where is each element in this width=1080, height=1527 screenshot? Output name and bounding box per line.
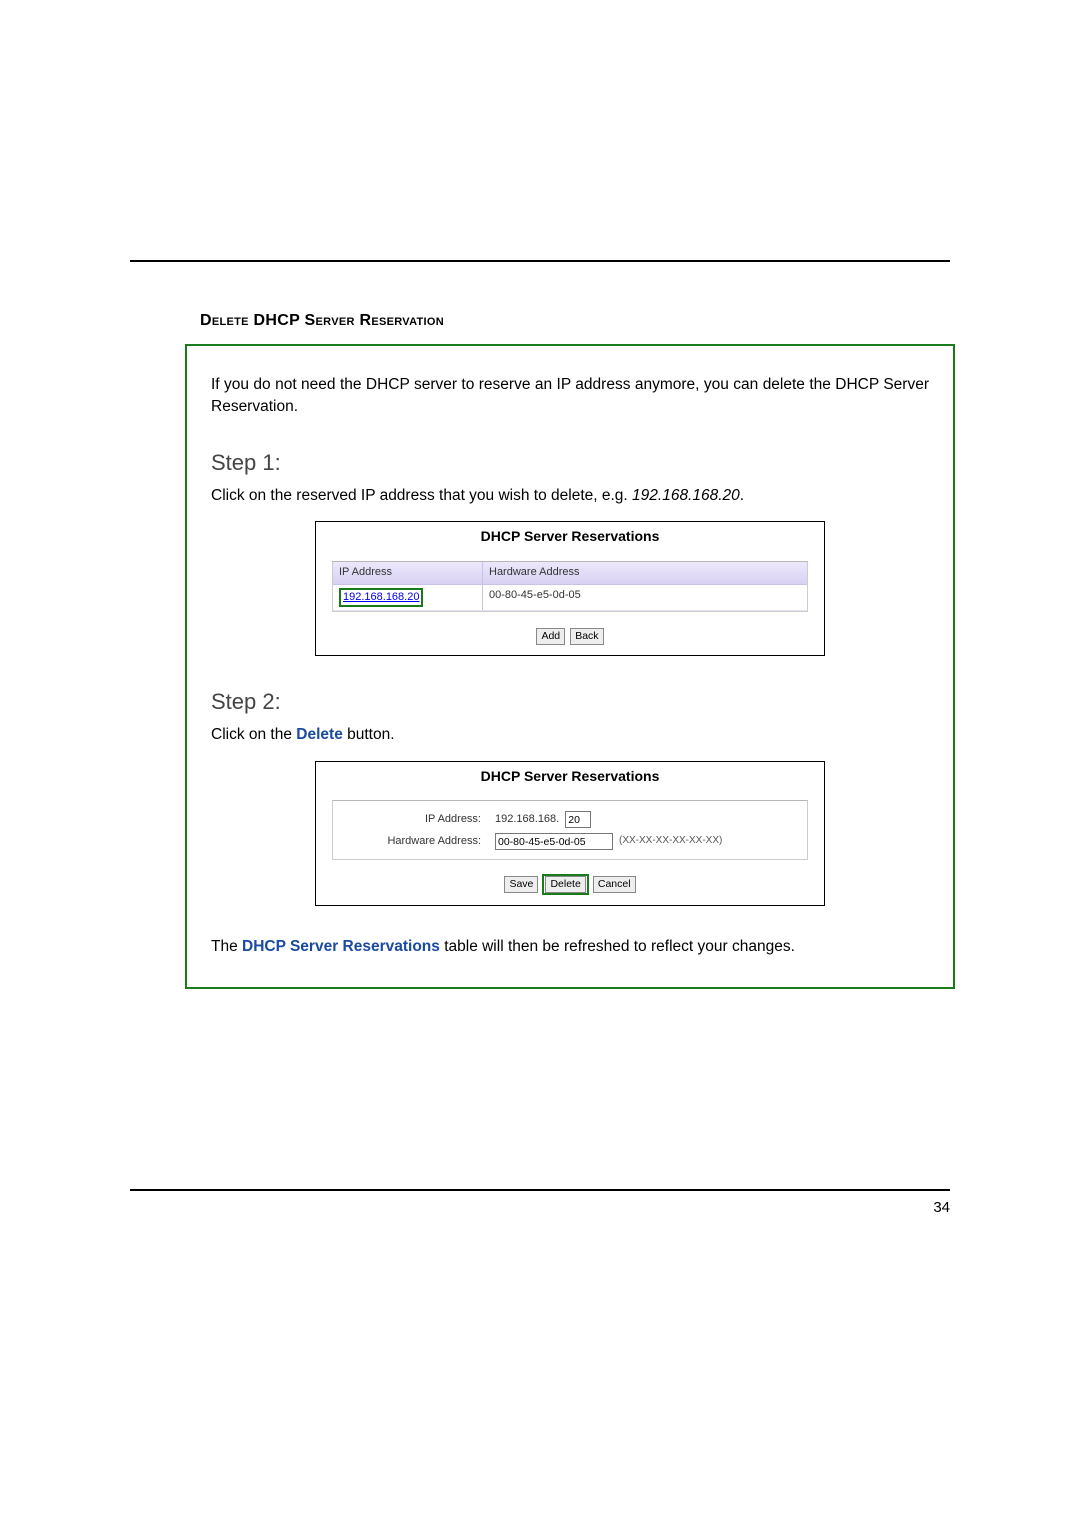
panel1-table: IP Address Hardware Address 192.168.168.… bbox=[332, 561, 808, 613]
step1-body-suffix: . bbox=[740, 487, 744, 504]
panel2-form: IP Address: 192.168.168. Hardware Addres… bbox=[332, 800, 808, 860]
step1-body-prefix: Click on the reserved IP address that yo… bbox=[211, 487, 632, 504]
conclusion-bold: DHCP Server Reservations bbox=[242, 938, 440, 955]
add-button[interactable]: Add bbox=[536, 628, 565, 645]
value-ip: 192.168.168. bbox=[495, 811, 591, 828]
label-ip: IP Address: bbox=[351, 812, 495, 828]
panel-reservation-edit: DHCP Server Reservations IP Address: 192… bbox=[315, 761, 825, 906]
cell-ip: 192.168.168.20 bbox=[333, 585, 483, 611]
ip-prefix: 192.168.168. bbox=[495, 812, 559, 828]
back-button[interactable]: Back bbox=[570, 628, 603, 645]
panel1-buttons: Add Back bbox=[316, 620, 824, 655]
table-header-row: IP Address Hardware Address bbox=[333, 562, 807, 585]
step2-body-prefix: Click on the bbox=[211, 726, 296, 743]
hw-format-hint: (XX-XX-XX-XX-XX-XX) bbox=[619, 834, 722, 849]
page-number: 34 bbox=[130, 1199, 950, 1216]
reserved-ip-link[interactable]: 192.168.168.20 bbox=[343, 591, 419, 603]
form-row-hw: Hardware Address: (XX-XX-XX-XX-XX-XX) bbox=[351, 833, 789, 850]
table-row: 192.168.168.20 00-80-45-e5-0d-05 bbox=[333, 585, 807, 612]
footer-rule bbox=[130, 1189, 950, 1191]
step2-body-bold: Delete bbox=[296, 726, 343, 743]
delete-highlight-frame: Delete bbox=[542, 874, 588, 895]
cancel-button[interactable]: Cancel bbox=[593, 876, 636, 893]
col-header-ip: IP Address bbox=[333, 562, 483, 584]
value-hw: (XX-XX-XX-XX-XX-XX) bbox=[495, 833, 722, 850]
panel-reservations-list: DHCP Server Reservations IP Address Hard… bbox=[315, 521, 825, 656]
panel2-buttons: Save Delete Cancel bbox=[316, 866, 824, 905]
ip-last-octet-input[interactable] bbox=[565, 811, 591, 828]
panel1-title: DHCP Server Reservations bbox=[316, 522, 824, 560]
step2-heading: Step 2: bbox=[211, 686, 929, 718]
step1-heading: Step 1: bbox=[211, 447, 929, 479]
header-rule bbox=[130, 260, 950, 262]
conclusion-suffix: table will then be refreshed to reflect … bbox=[440, 938, 795, 955]
conclusion-prefix: The bbox=[211, 938, 242, 955]
col-header-hw: Hardware Address bbox=[483, 562, 807, 584]
step2-body-suffix: button. bbox=[343, 726, 395, 743]
save-button[interactable]: Save bbox=[504, 876, 538, 893]
conclusion-text: The DHCP Server Reservations table will … bbox=[211, 936, 929, 958]
step2-body: Click on the Delete button. bbox=[211, 724, 929, 746]
panel2-title: DHCP Server Reservations bbox=[316, 762, 824, 800]
step1-body: Click on the reserved IP address that yo… bbox=[211, 485, 929, 507]
form-row-ip: IP Address: 192.168.168. bbox=[351, 811, 789, 828]
delete-button[interactable]: Delete bbox=[545, 876, 585, 893]
section-title: Delete DHCP Server Reservation bbox=[200, 312, 950, 330]
cell-hw: 00-80-45-e5-0d-05 bbox=[483, 585, 807, 611]
ip-highlight-frame: 192.168.168.20 bbox=[339, 588, 423, 608]
intro-text: If you do not need the DHCP server to re… bbox=[211, 374, 929, 419]
hw-address-input[interactable] bbox=[495, 833, 613, 850]
label-hw: Hardware Address: bbox=[351, 834, 495, 850]
content-box: If you do not need the DHCP server to re… bbox=[185, 344, 955, 989]
step1-body-example: 192.168.168.20 bbox=[632, 487, 740, 504]
